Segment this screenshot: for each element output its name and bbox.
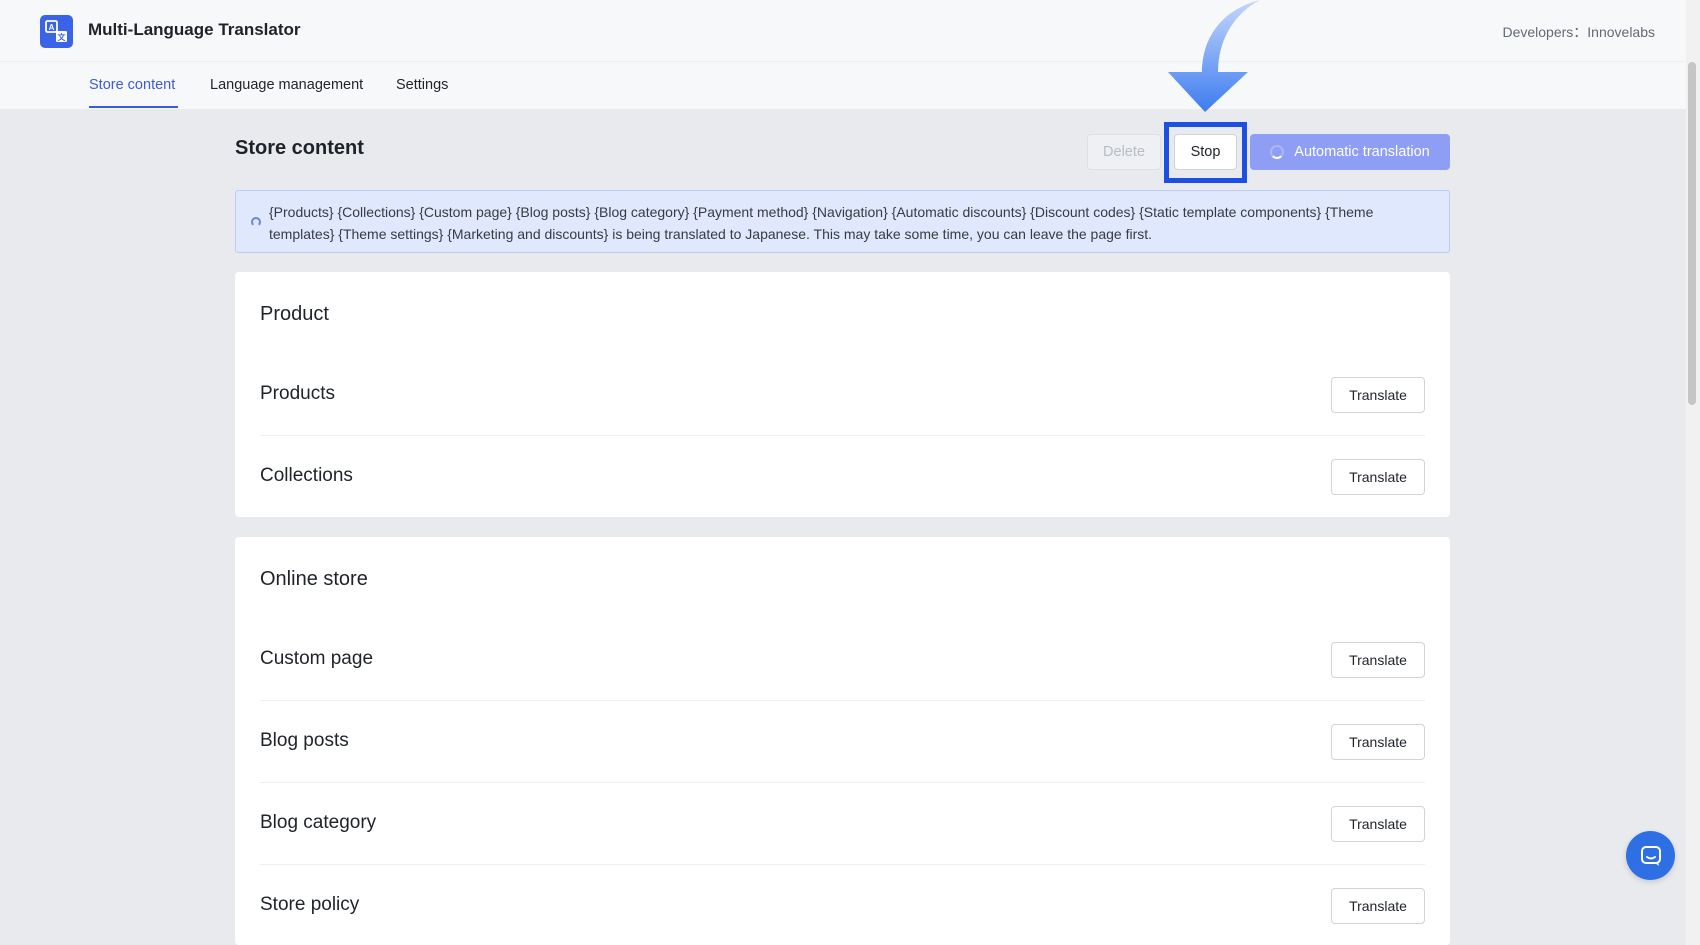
app-title: Multi-Language Translator [88,20,301,39]
app-header: A 文 Multi-Language Translator Developers… [0,0,1686,62]
section-title: Product [260,303,329,325]
item-label: Custom page [260,648,374,669]
svg-text:文: 文 [58,32,67,42]
item-label: Products [260,383,335,404]
list-item: Blog category Translate [260,783,1425,865]
chat-launcher-button[interactable] [1626,831,1675,880]
automatic-translation-button[interactable]: Automatic translation [1250,134,1450,170]
product-section: Product Products Translate Collections T… [235,272,1450,517]
page-title: Store content [235,137,364,159]
item-label: Blog category [260,812,377,833]
loading-spinner-icon [1270,145,1285,159]
developer-credit: Developers：Innovelabs [1502,24,1655,40]
chat-icon [1640,845,1661,866]
translate-button[interactable]: Translate [1331,377,1425,413]
translation-progress-banner: {Products} {Collections} {Custom page} {… [235,190,1450,253]
translate-icon: A 文 [40,15,73,48]
active-tab-indicator [89,106,178,108]
progress-spinner-icon [251,217,261,227]
translate-button[interactable]: Translate [1331,459,1425,495]
translate-button[interactable]: Translate [1331,888,1425,924]
item-label: Collections [260,465,353,486]
automatic-translation-label: Automatic translation [1294,144,1430,160]
delete-button[interactable]: Delete [1087,134,1161,170]
list-item: Store policy Translate [260,865,1425,945]
tab-store-content[interactable]: Store content [89,77,175,93]
list-item: Products Translate [260,354,1425,436]
pointer-arrow-icon [1168,0,1260,112]
translate-button[interactable]: Translate [1331,806,1425,842]
scrollbar-thumb[interactable] [1688,62,1696,405]
list-item: Blog posts Translate [260,701,1425,783]
banner-message: {Products} {Collections} {Custom page} {… [269,204,1374,242]
section-title: Online store [260,568,368,590]
list-item: Custom page Translate [260,619,1425,701]
list-item: Collections Translate [260,436,1425,518]
tab-settings[interactable]: Settings [396,77,448,93]
translate-button[interactable]: Translate [1331,724,1425,760]
item-label: Blog posts [260,730,349,751]
stop-button-highlight [1164,122,1247,183]
item-label: Store policy [260,894,360,915]
tab-bar: Store content Language management Settin… [0,62,1686,109]
svg-text:A: A [49,23,55,32]
online-store-section: Online store Custom page Translate Blog … [235,537,1450,945]
translate-button[interactable]: Translate [1331,642,1425,678]
tab-language-management[interactable]: Language management [210,77,363,93]
